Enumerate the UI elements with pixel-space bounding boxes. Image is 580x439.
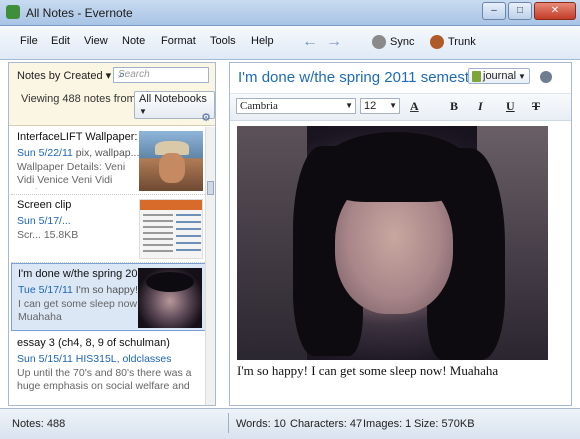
minimize-button[interactable]: – bbox=[482, 2, 506, 20]
trunk-label: Trunk bbox=[448, 36, 476, 48]
strikethrough-button[interactable]: T bbox=[532, 99, 540, 114]
menu-note[interactable]: Note bbox=[122, 35, 145, 47]
note-list-pane: Notes by Created ▾ Search ⌕ Viewing 488 … bbox=[8, 62, 216, 406]
word-count: Words: 10 bbox=[236, 418, 286, 430]
note-thumbnail bbox=[139, 131, 203, 191]
trunk-icon bbox=[430, 35, 444, 49]
note-date: Sun 5/22/11 pix, wallpap... bbox=[17, 147, 140, 159]
underline-button[interactable]: U bbox=[506, 99, 515, 114]
title-bar: All Notes - Evernote – □ ✕ bbox=[0, 0, 580, 26]
notebook-icon bbox=[472, 70, 481, 82]
viewing-count: Viewing 488 notes from bbox=[21, 93, 136, 105]
sync-label: Sync bbox=[390, 36, 415, 48]
window-title: All Notes - Evernote bbox=[26, 6, 133, 20]
note-editor-pane: I'm done w/the spring 2011 semester! jou… bbox=[229, 62, 572, 406]
list-item[interactable]: Screen clip Sun 5/17/... Scr... 15.8KB bbox=[11, 195, 207, 263]
trunk-button[interactable]: Trunk bbox=[430, 35, 476, 49]
evernote-logo-icon bbox=[6, 5, 20, 19]
search-input[interactable]: Search ⌕ bbox=[113, 67, 209, 83]
notebook-filter-label: All Notebooks bbox=[139, 93, 207, 105]
note-date: Tue 5/17/11 I'm so happy! bbox=[18, 284, 138, 296]
menu-view[interactable]: View bbox=[84, 35, 108, 47]
note-thumbnail bbox=[139, 199, 203, 259]
chevron-down-icon: ▼ bbox=[139, 107, 147, 116]
character-count: Characters: 47 bbox=[290, 418, 363, 430]
note-photo bbox=[237, 126, 548, 360]
note-header: I'm done w/the spring 2011 semester! jou… bbox=[230, 63, 571, 94]
note-list-scrollbar[interactable] bbox=[205, 127, 215, 405]
note-title-field[interactable]: I'm done w/the spring 2011 semester! bbox=[238, 69, 487, 86]
sync-button[interactable]: Sync bbox=[372, 35, 414, 49]
font-family-select[interactable]: Cambria ▼ bbox=[236, 98, 356, 114]
chevron-down-icon: ▼ bbox=[345, 101, 353, 110]
back-arrow-icon[interactable]: ← bbox=[302, 33, 318, 51]
note-list: InterfaceLIFT Wallpaper: ... Sun 5/22/11… bbox=[9, 127, 207, 405]
format-toolbar: Cambria ▼ 12 ▼ A B I U T bbox=[230, 94, 571, 121]
image-count: Images: 1 bbox=[363, 418, 412, 430]
note-body-text[interactable]: I'm so happy! I can get some sleep now! … bbox=[237, 363, 498, 379]
bold-button[interactable]: B bbox=[450, 99, 458, 114]
menu-edit[interactable]: Edit bbox=[51, 35, 70, 47]
menu-format[interactable]: Format bbox=[161, 35, 196, 47]
search-icon[interactable]: ⌕ bbox=[118, 69, 205, 82]
status-bar: Notes: 488 Words: 10 Characters: 47 Imag… bbox=[0, 408, 580, 439]
note-snippet: Scr... 15.8KB bbox=[17, 229, 79, 241]
note-snippet: I can get some sleep now! Muahaha bbox=[18, 298, 140, 323]
list-item-selected[interactable]: I'm done w/the spring 20... Tue 5/17/11 … bbox=[11, 263, 207, 331]
notes-count: Notes: 488 bbox=[12, 418, 66, 430]
menu-help[interactable]: Help bbox=[251, 35, 274, 47]
sync-icon bbox=[372, 35, 386, 49]
note-title: I'm done w/the spring 20... bbox=[18, 268, 138, 280]
note-size: Size: 570KB bbox=[414, 418, 475, 430]
notebook-label: journal bbox=[483, 70, 517, 82]
note-list-header: Notes by Created ▾ Search ⌕ Viewing 488 … bbox=[9, 63, 215, 126]
note-title: Screen clip bbox=[17, 199, 72, 211]
sort-dropdown[interactable]: Notes by Created ▾ bbox=[17, 69, 111, 82]
forward-arrow-icon[interactable]: → bbox=[326, 33, 342, 51]
font-size-select[interactable]: 12 ▼ bbox=[360, 98, 400, 114]
note-date: Sun 5/15/11 HIS315L, oldclasses bbox=[17, 353, 172, 365]
font-color-button[interactable]: A bbox=[410, 99, 419, 114]
list-item[interactable]: InterfaceLIFT Wallpaper: ... Sun 5/22/11… bbox=[11, 127, 207, 195]
menu-tools[interactable]: Tools bbox=[210, 35, 236, 47]
close-button[interactable]: ✕ bbox=[534, 2, 576, 20]
scrollbar-thumb[interactable] bbox=[207, 181, 214, 195]
globe-icon[interactable] bbox=[540, 71, 552, 83]
note-snippet: Up until the 70's and 80's there was a h… bbox=[17, 367, 192, 395]
maximize-button[interactable]: □ bbox=[508, 2, 532, 20]
note-date: Sun 5/17/... bbox=[17, 215, 71, 227]
note-thumbnail bbox=[138, 268, 202, 328]
italic-button[interactable]: I bbox=[478, 99, 483, 114]
search-options-icon[interactable]: ⚙ bbox=[201, 111, 211, 124]
notebook-selector[interactable]: journal ▼ bbox=[468, 68, 530, 84]
menu-bar: File Edit View Note Format Tools Help ← … bbox=[0, 26, 580, 60]
note-title: essay 3 (ch4, 8, 9 of schulman) bbox=[17, 337, 170, 349]
menu-file[interactable]: File bbox=[20, 35, 38, 47]
chevron-down-icon: ▼ bbox=[389, 101, 397, 110]
list-item[interactable]: essay 3 (ch4, 8, 9 of schulman) Sun 5/15… bbox=[11, 333, 207, 401]
note-snippet: Wallpaper Details: Veni Vidi Venice Veni… bbox=[17, 161, 126, 189]
chevron-down-icon: ▼ bbox=[518, 71, 526, 81]
note-title: InterfaceLIFT Wallpaper: ... bbox=[17, 131, 137, 143]
